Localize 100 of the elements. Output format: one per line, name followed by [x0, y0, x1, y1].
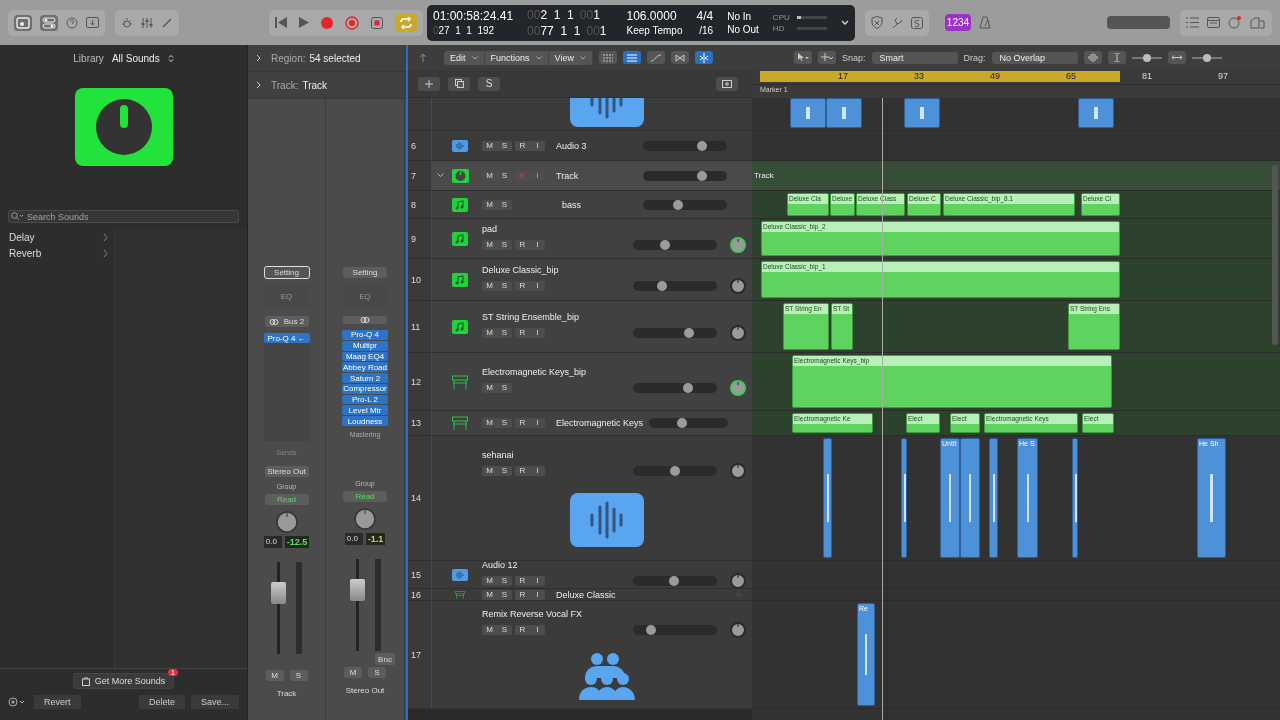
- plugin-slot[interactable]: Maag EQ4: [342, 351, 388, 362]
- slider-thumb[interactable]: [673, 199, 684, 210]
- disclosure-icon[interactable]: [256, 54, 261, 62]
- track-name[interactable]: Deluxe Classic: [556, 589, 616, 600]
- track-toggle[interactable]: M: [482, 625, 497, 635]
- zoom-slider[interactable]: [1191, 56, 1222, 59]
- library-item[interactable]: Delay: [0, 229, 114, 245]
- track-toggle[interactable]: S: [497, 383, 512, 393]
- slider-thumb[interactable]: [659, 240, 670, 250]
- track-toggle[interactable]: I: [530, 576, 545, 586]
- plugin-slot[interactable]: Pro-L 2: [342, 394, 388, 405]
- slider-thumb[interactable]: [682, 383, 693, 393]
- track-name[interactable]: Electromagnetic Keys: [556, 418, 644, 428]
- catch-button[interactable]: [694, 51, 713, 64]
- volume-slider[interactable]: [633, 576, 717, 586]
- track-name[interactable]: Deluxe Classic_bip: [482, 265, 752, 275]
- track-toggle[interactable]: I: [530, 140, 545, 151]
- tuning-fork-icon[interactable]: [890, 16, 903, 29]
- track-toggle[interactable]: I: [530, 170, 545, 181]
- play-icon[interactable]: [299, 17, 309, 28]
- track-toggle[interactable]: M: [482, 170, 497, 181]
- track-toggle[interactable]: I: [530, 328, 545, 338]
- track-toggle[interactable]: S: [497, 576, 512, 586]
- slider-thumb[interactable]: [1202, 53, 1211, 62]
- solo-box-icon[interactable]: [910, 16, 923, 29]
- track-toggle[interactable]: I: [530, 589, 545, 600]
- vertical-zoom-button[interactable]: [1107, 51, 1126, 64]
- waveform-zoom-button[interactable]: [1083, 51, 1102, 64]
- volume-slider[interactable]: [633, 328, 717, 338]
- track-toggle[interactable]: M: [482, 199, 497, 210]
- mixer-icon[interactable]: [141, 16, 153, 29]
- input-slot[interactable]: [343, 316, 387, 324]
- audio-region[interactable]: [989, 438, 998, 558]
- delete-button[interactable]: Delete: [138, 695, 185, 709]
- volume-slider[interactable]: [633, 465, 717, 476]
- volume-slider[interactable]: [649, 418, 728, 428]
- metronome-icon[interactable]: [979, 16, 992, 29]
- menu-button[interactable]: Functions: [484, 50, 549, 65]
- plugin-slot[interactable]: Level Mtr: [342, 405, 388, 416]
- pan-knob[interactable]: [730, 380, 746, 396]
- track-toggle[interactable]: S: [497, 281, 512, 291]
- duplicate-track-button[interactable]: [448, 76, 470, 91]
- volume-slider[interactable]: [643, 170, 727, 181]
- setting-button[interactable]: Setting: [343, 267, 387, 278]
- track-toggle[interactable]: R: [515, 465, 530, 476]
- slider-thumb[interactable]: [677, 418, 688, 428]
- fader-handle[interactable]: [271, 581, 286, 604]
- disclosure-icon[interactable]: [256, 81, 261, 89]
- track-toggle[interactable]: M: [482, 465, 497, 476]
- volume-slider[interactable]: [633, 281, 717, 291]
- revert-button[interactable]: Revert: [34, 695, 81, 709]
- cycle-range[interactable]: [760, 71, 1120, 82]
- plugin-slot[interactable]: Abbey Road: [342, 362, 388, 373]
- track-toggle[interactable]: M: [482, 281, 497, 291]
- menu-button[interactable]: Edit: [444, 50, 485, 65]
- global-solo-button[interactable]: S: [478, 76, 500, 91]
- track-toggle[interactable]: R: [515, 625, 530, 635]
- audio-region[interactable]: [823, 438, 832, 558]
- vertical-scrollbar[interactable]: [1272, 165, 1278, 345]
- mute-button[interactable]: M: [344, 667, 362, 678]
- track-name[interactable]: Electromagnetic Keys_bip: [482, 367, 752, 377]
- track-toggle[interactable]: I: [530, 625, 545, 635]
- slider-thumb[interactable]: [696, 140, 707, 151]
- pan-knob[interactable]: [730, 325, 746, 341]
- audio-region[interactable]: [960, 438, 980, 558]
- menu-button[interactable]: View: [548, 50, 593, 65]
- track-toggle[interactable]: S: [497, 625, 512, 635]
- track-toggle[interactable]: I: [530, 240, 545, 250]
- horizontal-zoom-button[interactable]: [1167, 51, 1186, 64]
- track-toggle[interactable]: M: [482, 140, 497, 151]
- plugin-slot[interactable]: Loudness: [342, 416, 388, 427]
- plugin-slot[interactable]: Pro-Q 4 ←: [263, 333, 310, 343]
- track-toggle[interactable]: S: [497, 170, 512, 181]
- volume-slider[interactable]: [633, 383, 717, 393]
- library-item[interactable]: Reverb: [0, 245, 114, 261]
- bounce-button[interactable]: Bnc: [375, 653, 395, 665]
- plugin-slot[interactable]: Saturn 2: [342, 373, 388, 383]
- plugin-slot[interactable]: Compressor: [342, 383, 388, 394]
- track-toggle[interactable]: M: [482, 240, 497, 250]
- pan-knob[interactable]: [730, 237, 746, 253]
- track-toggle[interactable]: S: [497, 240, 512, 250]
- track-toggle[interactable]: S: [497, 140, 512, 151]
- track-name[interactable]: ST String Ensemble_bip: [482, 312, 752, 322]
- pan-knob[interactable]: [354, 508, 376, 530]
- mute-button[interactable]: M: [265, 670, 284, 681]
- window-icon[interactable]: [1207, 17, 1220, 28]
- track-toggle[interactable]: S: [497, 328, 512, 338]
- grid-view-button[interactable]: [598, 51, 617, 64]
- track-toggle[interactable]: S: [497, 589, 512, 600]
- crossfade-button[interactable]: [670, 51, 689, 64]
- setting-button[interactable]: Setting: [264, 267, 309, 278]
- track-toggle[interactable]: R: [515, 281, 530, 291]
- track-name[interactable]: Remix Reverse Vocal FX: [482, 609, 752, 619]
- audio-region[interactable]: [904, 98, 940, 128]
- automation-button[interactable]: Read: [264, 494, 309, 505]
- track-toggle[interactable]: M: [482, 328, 497, 338]
- save-button[interactable]: Save...: [191, 695, 239, 709]
- horizontal-scrollbar[interactable]: [408, 709, 752, 720]
- list-view-button[interactable]: [622, 51, 641, 64]
- track-toggle[interactable]: R: [515, 418, 530, 428]
